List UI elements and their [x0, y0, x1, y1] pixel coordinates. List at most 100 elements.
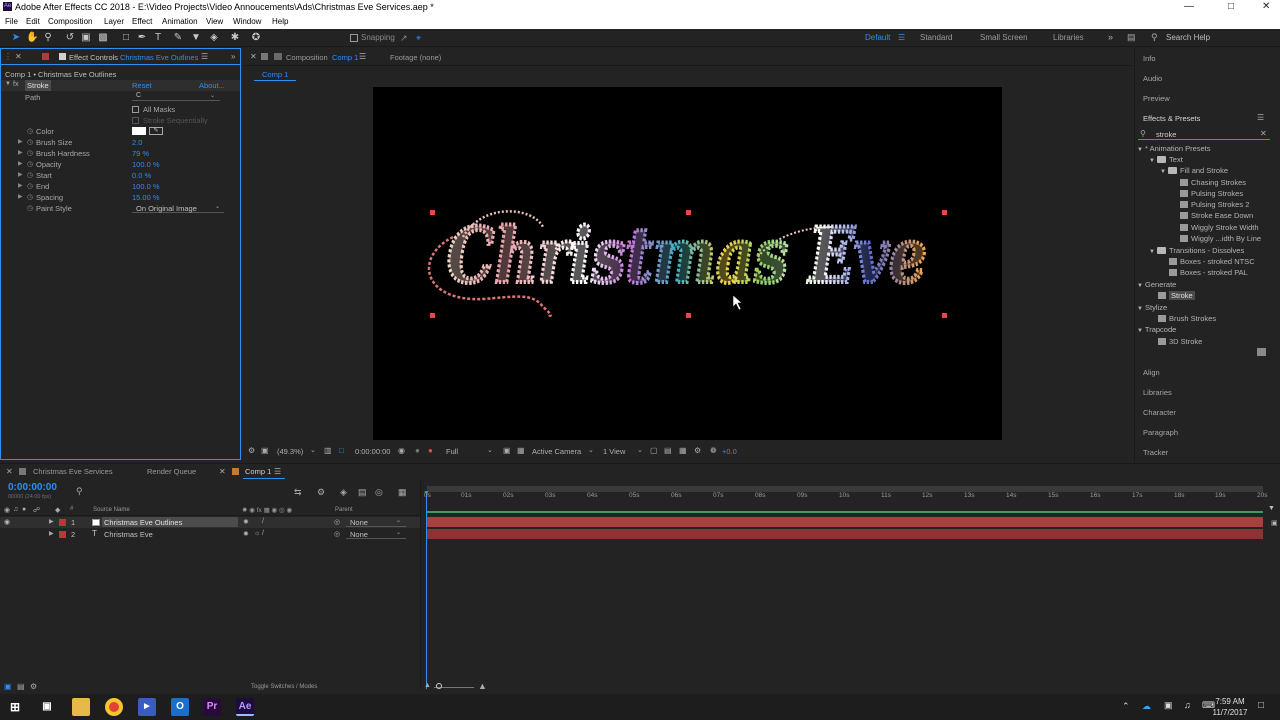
effects-search-field[interactable]: ⚲ stroke ✕	[1138, 128, 1270, 140]
flowchart-icon[interactable]: ▤	[664, 446, 672, 455]
panel-character[interactable]: Character	[1143, 408, 1176, 417]
close-panel-icon[interactable]: ✕	[15, 52, 22, 61]
start-value[interactable]: 0.0 %	[132, 171, 151, 180]
tree-item[interactable]: ▼ Fill and Stroke	[1160, 166, 1228, 175]
tree-item-selected[interactable]: Stroke	[1158, 291, 1195, 300]
panel-audio[interactable]: Audio	[1143, 74, 1162, 83]
tab-christmas-eve-services[interactable]: Christmas Eve Services	[33, 467, 113, 476]
fx-icon[interactable]: fx	[13, 81, 18, 88]
show-snapshot-icon[interactable]: ●	[415, 446, 420, 455]
quality-switch-icon[interactable]: /	[262, 530, 264, 537]
parent-dropdown[interactable]: None ⌄	[346, 529, 406, 539]
path-dropdown[interactable]: C ⌄	[132, 92, 220, 101]
expand-arrow-icon[interactable]: ▶	[18, 182, 23, 189]
workspace-default[interactable]: Default	[865, 33, 890, 42]
comp-breadcrumb[interactable]: Comp 1	[254, 69, 297, 81]
footer-timecode[interactable]: 0:00:00:00	[355, 447, 390, 456]
zoom-out-icon[interactable]: ▲	[424, 682, 431, 689]
minimize-icon[interactable]: —	[1184, 1, 1194, 12]
zoom-tool-icon[interactable]: ⚲	[42, 32, 54, 44]
layer-name[interactable]: Christmas Eve	[104, 530, 153, 539]
tree-item[interactable]: ▼ Generate	[1137, 280, 1176, 289]
panel-menu-icon[interactable]: ☰	[201, 52, 208, 61]
tab-composition-name[interactable]: Comp 1	[332, 53, 358, 62]
timeline-icon[interactable]: ▦	[679, 446, 687, 455]
pen-tool-icon[interactable]: ✒	[136, 32, 148, 44]
opacity-value[interactable]: 100.0 %	[132, 160, 160, 169]
volume-icon[interactable]: ♫	[1184, 700, 1191, 710]
panel-expand-icon[interactable]: »	[231, 52, 235, 61]
puppet-tool-icon[interactable]: ✪	[250, 32, 262, 44]
windows-start-icon[interactable]: ⊞	[6, 698, 24, 716]
fit-icon[interactable]: ▥	[324, 446, 332, 455]
panel-info[interactable]: Info	[1143, 54, 1156, 63]
tray-chevron-icon[interactable]: ⌃	[1122, 701, 1130, 712]
file-explorer-icon[interactable]	[72, 698, 90, 716]
always-preview-icon[interactable]: ⚙	[248, 446, 255, 455]
resolution-dropdown[interactable]: Full	[446, 447, 458, 456]
workspace-standard[interactable]: Standard	[920, 33, 952, 42]
collapse-switch-icon[interactable]: ☼	[254, 530, 260, 537]
stopwatch-icon[interactable]: ◷	[27, 160, 33, 168]
panel-menu-icon[interactable]: ☰	[1257, 113, 1264, 122]
all-masks-checkbox[interactable]	[132, 106, 139, 113]
transfer-controls-icon[interactable]: ▤	[17, 682, 25, 691]
about-link[interactable]: About...	[199, 81, 225, 90]
quality-switch-icon[interactable]: /	[262, 518, 264, 525]
new-folder-icon[interactable]	[1257, 348, 1266, 356]
workspace-overflow-icon[interactable]: »	[1108, 32, 1113, 42]
close-icon[interactable]: ✕	[1262, 1, 1270, 12]
draft-3d-icon[interactable]: ⚙	[317, 487, 325, 498]
motion-blur-icon[interactable]: ◎	[375, 487, 383, 498]
network-icon[interactable]: ▣	[1164, 700, 1173, 711]
column-parent[interactable]: Parent	[335, 507, 353, 513]
timeline-search-icon[interactable]: ⚲	[76, 486, 83, 497]
menu-animation[interactable]: Animation	[162, 17, 198, 26]
menu-edit[interactable]: Edit	[26, 17, 40, 26]
parent-dropdown[interactable]: None ⌄	[346, 517, 406, 527]
eye-icon[interactable]: ◉	[4, 518, 10, 526]
shy-switch-icon[interactable]: ✹	[243, 530, 249, 538]
comp-mini-flowchart-icon[interactable]: ⇆	[294, 487, 302, 498]
exposure-value[interactable]: +0.0	[722, 447, 737, 456]
close-panel-icon[interactable]: ✕	[219, 467, 226, 476]
comp-button-icon[interactable]: ▣	[1271, 519, 1278, 527]
search-help-input[interactable]: Search Help	[1166, 33, 1210, 42]
chrome-icon[interactable]	[105, 698, 123, 716]
snapping-checkbox[interactable]	[350, 34, 358, 42]
camera-tool-icon[interactable]: ▣	[80, 32, 92, 44]
zoom-dropdown[interactable]: (49.3%)	[277, 447, 303, 456]
notifications-icon[interactable]: □	[1258, 700, 1264, 711]
premiere-icon[interactable]: Pr	[203, 698, 221, 716]
stopwatch-icon[interactable]: ◷	[27, 182, 33, 190]
comp-canvas[interactable]: Christmas Eve Christmas Eve	[373, 87, 1002, 440]
snap-options-icon[interactable]: ↗	[400, 33, 408, 44]
tab-effect-controls-label[interactable]: Effect Controls	[69, 53, 118, 62]
work-area-end-icon[interactable]: ▼	[1268, 505, 1275, 512]
type-tool-icon[interactable]: T	[152, 32, 164, 44]
layer-row[interactable]: ◉ ▶ 1 Christmas Eve Outlines ✹ / ◎ None …	[0, 517, 420, 528]
rectangle-tool-icon[interactable]: □	[120, 32, 132, 44]
panel-preview[interactable]: Preview	[1143, 94, 1170, 103]
spacing-value[interactable]: 15.00 %	[132, 193, 160, 202]
tree-item[interactable]: Wiggly ...idth By Line	[1180, 234, 1261, 243]
tree-item[interactable]: Pulsing Strokes 2	[1180, 200, 1249, 209]
layer-switches-icon[interactable]: ▣	[4, 682, 12, 691]
panel-align[interactable]: Align	[1143, 368, 1160, 377]
selection-tool-icon[interactable]: ➤	[10, 32, 22, 44]
color-swatch[interactable]	[132, 127, 146, 135]
effects-search-value[interactable]: stroke	[1156, 130, 1176, 139]
hand-tool-icon[interactable]: ✋	[26, 32, 38, 44]
stopwatch-icon[interactable]: ◷	[27, 138, 33, 146]
expand-arrow-icon[interactable]: ▶	[49, 518, 54, 525]
app-icon[interactable]: ►	[138, 698, 156, 716]
tab-footage[interactable]: Footage (none)	[390, 53, 441, 62]
maximize-icon[interactable]: □	[1228, 1, 1234, 12]
expand-arrow-icon[interactable]: ▶	[18, 149, 23, 156]
close-panel-icon[interactable]: ✕	[6, 467, 13, 476]
lock-icon[interactable]	[42, 53, 49, 60]
lock-icon[interactable]	[261, 53, 268, 60]
tree-item[interactable]: Stroke Ease Down	[1180, 211, 1253, 220]
layer-bar[interactable]	[427, 517, 1263, 527]
graph-editor-icon[interactable]: ▦	[398, 487, 407, 498]
